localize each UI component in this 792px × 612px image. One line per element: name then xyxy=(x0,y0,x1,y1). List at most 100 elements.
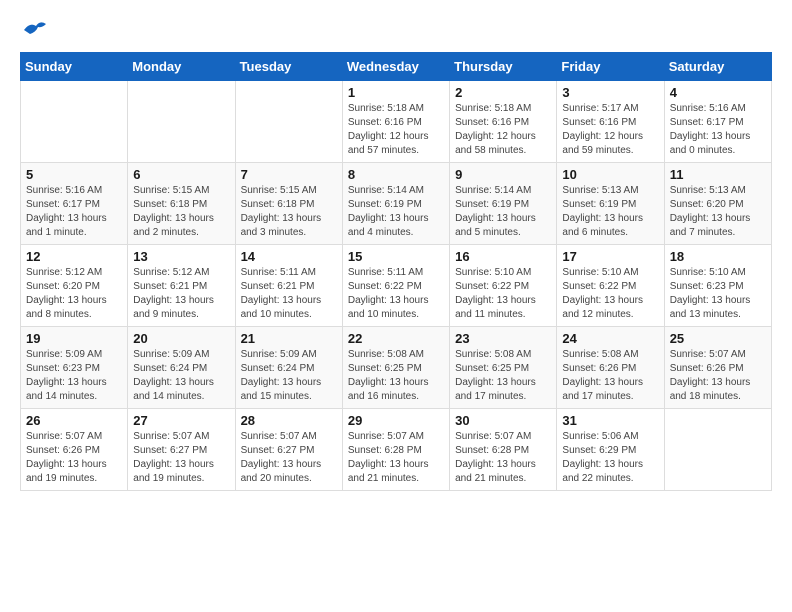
day-number: 3 xyxy=(562,85,658,100)
calendar-cell xyxy=(21,81,128,163)
logo xyxy=(20,20,48,36)
calendar-header-row: SundayMondayTuesdayWednesdayThursdayFrid… xyxy=(21,53,772,81)
weekday-header-tuesday: Tuesday xyxy=(235,53,342,81)
calendar-week-row: 12 Sunrise: 5:12 AM Sunset: 6:20 PM Dayli… xyxy=(21,245,772,327)
calendar-cell: 28Sunrise: 5:07 AM Sunset: 6:27 PM Dayli… xyxy=(235,409,342,491)
calendar-cell: 21 Sunrise: 5:09 AM Sunset: 6:24 PM Dayli… xyxy=(235,327,342,409)
day-number: 7 xyxy=(241,167,337,182)
calendar-cell: 6 Sunrise: 5:15 AM Sunset: 6:18 PM Daylig… xyxy=(128,163,235,245)
calendar-week-row: 19Sunrise: 5:09 AM Sunset: 6:23 PM Dayli… xyxy=(21,327,772,409)
day-info: Sunrise: 5:18 AM Sunset: 6:16 PM Dayligh… xyxy=(348,102,444,158)
day-info: Sunrise: 5:10 AM Sunset: 6:23 PM Dayligh… xyxy=(670,266,766,322)
day-number: 23 xyxy=(455,331,551,346)
day-number: 18 xyxy=(670,249,766,264)
day-number: 11 xyxy=(670,167,766,182)
day-info: Sunrise: 5:07 AM Sunset: 6:28 PM Dayligh… xyxy=(348,430,444,486)
day-info: Sunrise: 5:18 AM Sunset: 6:16 PM Dayligh… xyxy=(455,102,551,158)
calendar-cell: 8 Sunrise: 5:14 AM Sunset: 6:19 PM Daylig… xyxy=(342,163,449,245)
day-number: 17 xyxy=(562,249,658,264)
day-info: Sunrise: 5:10 AM Sunset: 6:22 PM Dayligh… xyxy=(562,266,658,322)
day-info: Sunrise: 5:08 AM Sunset: 6:25 PM Dayligh… xyxy=(348,348,444,404)
calendar-cell: 30 Sunrise: 5:07 AM Sunset: 6:28 PM Dayli… xyxy=(450,409,557,491)
calendar-cell: 19Sunrise: 5:09 AM Sunset: 6:23 PM Dayli… xyxy=(21,327,128,409)
day-number: 9 xyxy=(455,167,551,182)
calendar-cell: 24 Sunrise: 5:08 AM Sunset: 6:26 PM Dayli… xyxy=(557,327,664,409)
day-number: 12 xyxy=(26,249,122,264)
calendar-cell: 22 Sunrise: 5:08 AM Sunset: 6:25 PM Dayli… xyxy=(342,327,449,409)
day-info: Sunrise: 5:08 AM Sunset: 6:25 PM Dayligh… xyxy=(455,348,551,404)
calendar-cell: 31Sunrise: 5:06 AM Sunset: 6:29 PM Dayli… xyxy=(557,409,664,491)
day-number: 26 xyxy=(26,413,122,428)
day-info: Sunrise: 5:13 AM Sunset: 6:19 PM Dayligh… xyxy=(562,184,658,240)
calendar-cell: 29 Sunrise: 5:07 AM Sunset: 6:28 PM Dayli… xyxy=(342,409,449,491)
day-info: Sunrise: 5:15 AM Sunset: 6:18 PM Dayligh… xyxy=(133,184,229,240)
calendar-cell: 18 Sunrise: 5:10 AM Sunset: 6:23 PM Dayli… xyxy=(664,245,771,327)
day-info: Sunrise: 5:14 AM Sunset: 6:19 PM Dayligh… xyxy=(348,184,444,240)
day-number: 31 xyxy=(562,413,658,428)
day-info: Sunrise: 5:09 AM Sunset: 6:23 PM Dayligh… xyxy=(26,348,122,404)
day-info: Sunrise: 5:11 AM Sunset: 6:22 PM Dayligh… xyxy=(348,266,444,322)
day-info: Sunrise: 5:07 AM Sunset: 6:27 PM Dayligh… xyxy=(241,430,337,486)
day-info: Sunrise: 5:12 AM Sunset: 6:21 PM Dayligh… xyxy=(133,266,229,322)
day-number: 2 xyxy=(455,85,551,100)
day-number: 16 xyxy=(455,249,551,264)
day-number: 4 xyxy=(670,85,766,100)
logo-bird-icon xyxy=(22,20,48,40)
day-number: 5 xyxy=(26,167,122,182)
day-number: 6 xyxy=(133,167,229,182)
day-info: Sunrise: 5:15 AM Sunset: 6:18 PM Dayligh… xyxy=(241,184,337,240)
day-number: 30 xyxy=(455,413,551,428)
calendar-cell: 15 Sunrise: 5:11 AM Sunset: 6:22 PM Dayli… xyxy=(342,245,449,327)
day-info: Sunrise: 5:07 AM Sunset: 6:26 PM Dayligh… xyxy=(26,430,122,486)
day-number: 25 xyxy=(670,331,766,346)
day-info: Sunrise: 5:12 AM Sunset: 6:20 PM Dayligh… xyxy=(26,266,122,322)
weekday-header-sunday: Sunday xyxy=(21,53,128,81)
calendar-cell: 14Sunrise: 5:11 AM Sunset: 6:21 PM Dayli… xyxy=(235,245,342,327)
calendar-table: SundayMondayTuesdayWednesdayThursdayFrid… xyxy=(20,52,772,491)
day-info: Sunrise: 5:07 AM Sunset: 6:26 PM Dayligh… xyxy=(670,348,766,404)
weekday-header-wednesday: Wednesday xyxy=(342,53,449,81)
calendar-week-row: 26 Sunrise: 5:07 AM Sunset: 6:26 PM Dayli… xyxy=(21,409,772,491)
day-number: 24 xyxy=(562,331,658,346)
day-info: Sunrise: 5:09 AM Sunset: 6:24 PM Dayligh… xyxy=(241,348,337,404)
day-number: 22 xyxy=(348,331,444,346)
calendar-cell: 3 Sunrise: 5:17 AM Sunset: 6:16 PM Daylig… xyxy=(557,81,664,163)
day-number: 14 xyxy=(241,249,337,264)
day-number: 10 xyxy=(562,167,658,182)
day-number: 29 xyxy=(348,413,444,428)
calendar-cell: 1Sunrise: 5:18 AM Sunset: 6:16 PM Daylig… xyxy=(342,81,449,163)
calendar-cell xyxy=(128,81,235,163)
day-info: Sunrise: 5:10 AM Sunset: 6:22 PM Dayligh… xyxy=(455,266,551,322)
calendar-cell: 12 Sunrise: 5:12 AM Sunset: 6:20 PM Dayli… xyxy=(21,245,128,327)
calendar-cell: 13 Sunrise: 5:12 AM Sunset: 6:21 PM Dayli… xyxy=(128,245,235,327)
weekday-header-monday: Monday xyxy=(128,53,235,81)
day-info: Sunrise: 5:17 AM Sunset: 6:16 PM Dayligh… xyxy=(562,102,658,158)
day-info: Sunrise: 5:09 AM Sunset: 6:24 PM Dayligh… xyxy=(133,348,229,404)
calendar-week-row: 5Sunrise: 5:16 AM Sunset: 6:17 PM Daylig… xyxy=(21,163,772,245)
day-info: Sunrise: 5:08 AM Sunset: 6:26 PM Dayligh… xyxy=(562,348,658,404)
calendar-cell: 27 Sunrise: 5:07 AM Sunset: 6:27 PM Dayli… xyxy=(128,409,235,491)
day-number: 13 xyxy=(133,249,229,264)
calendar-cell: 2 Sunrise: 5:18 AM Sunset: 6:16 PM Daylig… xyxy=(450,81,557,163)
day-number: 8 xyxy=(348,167,444,182)
day-number: 15 xyxy=(348,249,444,264)
day-info: Sunrise: 5:13 AM Sunset: 6:20 PM Dayligh… xyxy=(670,184,766,240)
day-info: Sunrise: 5:07 AM Sunset: 6:28 PM Dayligh… xyxy=(455,430,551,486)
day-info: Sunrise: 5:07 AM Sunset: 6:27 PM Dayligh… xyxy=(133,430,229,486)
page-header xyxy=(20,20,772,36)
day-info: Sunrise: 5:16 AM Sunset: 6:17 PM Dayligh… xyxy=(670,102,766,158)
day-number: 20 xyxy=(133,331,229,346)
calendar-cell: 5Sunrise: 5:16 AM Sunset: 6:17 PM Daylig… xyxy=(21,163,128,245)
weekday-header-friday: Friday xyxy=(557,53,664,81)
calendar-cell: 11 Sunrise: 5:13 AM Sunset: 6:20 PM Dayli… xyxy=(664,163,771,245)
calendar-cell: 23 Sunrise: 5:08 AM Sunset: 6:25 PM Dayli… xyxy=(450,327,557,409)
calendar-cell: 9 Sunrise: 5:14 AM Sunset: 6:19 PM Daylig… xyxy=(450,163,557,245)
day-info: Sunrise: 5:14 AM Sunset: 6:19 PM Dayligh… xyxy=(455,184,551,240)
calendar-cell: 16 Sunrise: 5:10 AM Sunset: 6:22 PM Dayli… xyxy=(450,245,557,327)
calendar-cell xyxy=(235,81,342,163)
weekday-header-thursday: Thursday xyxy=(450,53,557,81)
day-number: 27 xyxy=(133,413,229,428)
day-number: 21 xyxy=(241,331,337,346)
calendar-cell: 10 Sunrise: 5:13 AM Sunset: 6:19 PM Dayli… xyxy=(557,163,664,245)
calendar-cell: 26 Sunrise: 5:07 AM Sunset: 6:26 PM Dayli… xyxy=(21,409,128,491)
